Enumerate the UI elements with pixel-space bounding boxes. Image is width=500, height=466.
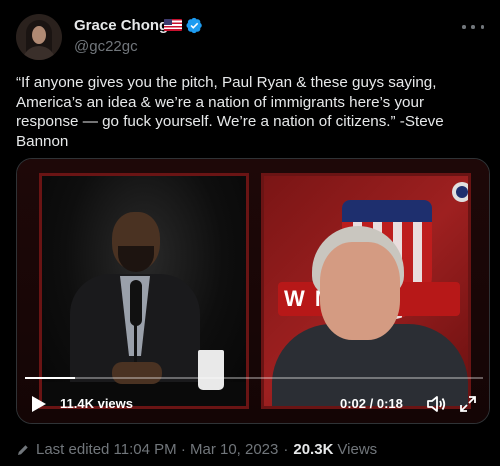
author-handle[interactable]: @gc22gc <box>74 38 138 55</box>
last-edited[interactable]: Last edited 11:04 PM · Mar 10, 2023 <box>36 441 278 458</box>
author-name[interactable]: Grace Chong <box>74 17 168 34</box>
video-time: 0:02 / 0:18 <box>340 396 403 411</box>
views-label: Views <box>337 441 378 458</box>
tweet-text: “If anyone gives you the pitch, Paul Rya… <box>16 74 444 150</box>
us-flag-icon <box>164 19 182 31</box>
video-right-panel: W M <box>261 173 471 409</box>
volume-icon[interactable] <box>427 395 447 413</box>
mug <box>198 350 224 390</box>
pencil-icon <box>18 444 28 455</box>
tweet: Grace Chong @gc22gc “If anyone gives you… <box>0 0 500 466</box>
view-count: 20.3K <box>293 441 334 458</box>
more-options-icon[interactable] <box>462 20 484 34</box>
play-icon[interactable] <box>31 395 47 413</box>
footer-separator: · <box>283 441 289 458</box>
fullscreen-icon[interactable] <box>459 395 477 413</box>
video-views: 11.4K views <box>60 396 133 411</box>
tweet-footer: Last edited 11:04 PM · Mar 10, 2023 · 20… <box>16 441 377 458</box>
video-progress-bar[interactable] <box>25 377 483 379</box>
channel-logo-icon <box>452 182 468 202</box>
video-left-panel <box>39 173 249 409</box>
avatar[interactable] <box>16 14 62 60</box>
video-progress-fill <box>25 377 76 379</box>
verified-badge-icon <box>186 17 202 34</box>
video-player[interactable]: W M 11.4K views 0:02 / 0:18 <box>16 158 490 424</box>
